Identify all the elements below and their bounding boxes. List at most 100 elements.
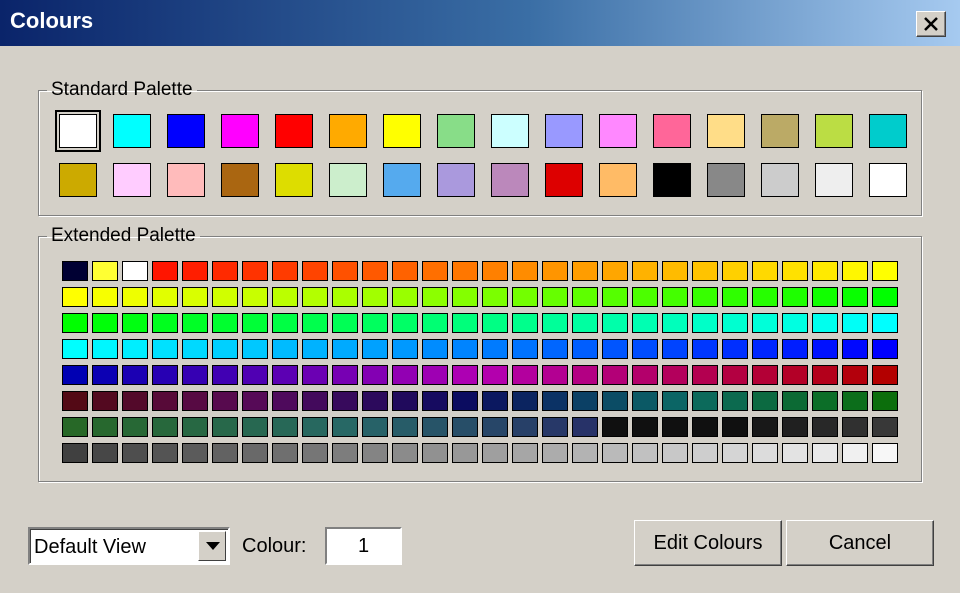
extended-colour-swatch[interactable] [182, 261, 208, 281]
extended-colour-swatch[interactable] [422, 391, 448, 411]
standard-colour-swatch[interactable] [599, 163, 637, 197]
extended-colour-swatch[interactable] [302, 339, 328, 359]
extended-colour-swatch[interactable] [92, 287, 118, 307]
extended-colour-swatch[interactable] [572, 313, 598, 333]
extended-colour-swatch[interactable] [512, 287, 538, 307]
extended-colour-swatch[interactable] [332, 365, 358, 385]
extended-colour-swatch[interactable] [482, 365, 508, 385]
extended-colour-swatch[interactable] [362, 287, 388, 307]
extended-colour-swatch[interactable] [842, 313, 868, 333]
extended-colour-swatch[interactable] [722, 261, 748, 281]
extended-colour-swatch[interactable] [752, 365, 778, 385]
extended-colour-swatch[interactable] [482, 339, 508, 359]
extended-colour-swatch[interactable] [542, 287, 568, 307]
extended-colour-swatch[interactable] [452, 417, 478, 437]
extended-colour-swatch[interactable] [812, 443, 838, 463]
extended-colour-swatch[interactable] [272, 313, 298, 333]
extended-colour-swatch[interactable] [242, 339, 268, 359]
extended-colour-swatch[interactable] [422, 365, 448, 385]
extended-colour-swatch[interactable] [392, 391, 418, 411]
extended-colour-swatch[interactable] [452, 313, 478, 333]
extended-colour-swatch[interactable] [512, 443, 538, 463]
extended-colour-swatch[interactable] [152, 339, 178, 359]
extended-colour-swatch[interactable] [722, 313, 748, 333]
title-bar[interactable]: Colours [0, 0, 960, 46]
extended-colour-swatch[interactable] [872, 443, 898, 463]
extended-colour-swatch[interactable] [212, 287, 238, 307]
extended-colour-swatch[interactable] [212, 417, 238, 437]
extended-colour-swatch[interactable] [632, 339, 658, 359]
extended-colour-swatch[interactable] [302, 287, 328, 307]
extended-colour-swatch[interactable] [122, 261, 148, 281]
extended-colour-swatch[interactable] [62, 417, 88, 437]
extended-colour-swatch[interactable] [332, 287, 358, 307]
extended-colour-swatch[interactable] [572, 443, 598, 463]
extended-colour-swatch[interactable] [632, 261, 658, 281]
extended-colour-swatch[interactable] [662, 287, 688, 307]
extended-colour-swatch[interactable] [482, 443, 508, 463]
extended-colour-swatch[interactable] [212, 261, 238, 281]
extended-colour-swatch[interactable] [692, 365, 718, 385]
extended-colour-swatch[interactable] [542, 339, 568, 359]
extended-colour-swatch[interactable] [122, 313, 148, 333]
extended-colour-swatch[interactable] [842, 261, 868, 281]
extended-colour-swatch[interactable] [482, 417, 508, 437]
edit-colours-button[interactable]: Edit Colours [634, 520, 782, 566]
extended-colour-swatch[interactable] [872, 417, 898, 437]
extended-colour-swatch[interactable] [602, 365, 628, 385]
extended-colour-swatch[interactable] [812, 261, 838, 281]
extended-colour-swatch[interactable] [812, 287, 838, 307]
extended-colour-swatch[interactable] [272, 287, 298, 307]
standard-colour-swatch[interactable] [653, 163, 691, 197]
standard-colour-swatch[interactable] [761, 163, 799, 197]
extended-colour-swatch[interactable] [452, 287, 478, 307]
extended-colour-swatch[interactable] [242, 365, 268, 385]
extended-colour-swatch[interactable] [152, 261, 178, 281]
extended-colour-swatch[interactable] [422, 313, 448, 333]
extended-colour-swatch[interactable] [692, 339, 718, 359]
extended-colour-swatch[interactable] [722, 443, 748, 463]
extended-colour-swatch[interactable] [122, 417, 148, 437]
standard-colour-swatch[interactable] [167, 114, 205, 148]
extended-colour-swatch[interactable] [422, 287, 448, 307]
extended-colour-swatch[interactable] [182, 365, 208, 385]
extended-colour-swatch[interactable] [872, 391, 898, 411]
extended-colour-swatch[interactable] [662, 339, 688, 359]
extended-colour-swatch[interactable] [182, 417, 208, 437]
extended-colour-swatch[interactable] [212, 365, 238, 385]
view-select-dropdown-button[interactable] [198, 531, 226, 561]
extended-colour-swatch[interactable] [182, 287, 208, 307]
standard-colour-swatch[interactable] [437, 114, 475, 148]
extended-colour-swatch[interactable] [602, 443, 628, 463]
standard-colour-swatch[interactable] [707, 163, 745, 197]
extended-colour-swatch[interactable] [692, 287, 718, 307]
extended-colour-swatch[interactable] [482, 391, 508, 411]
extended-colour-swatch[interactable] [692, 261, 718, 281]
extended-colour-swatch[interactable] [332, 417, 358, 437]
extended-colour-swatch[interactable] [752, 417, 778, 437]
extended-colour-swatch[interactable] [362, 443, 388, 463]
extended-colour-swatch[interactable] [272, 261, 298, 281]
extended-colour-swatch[interactable] [242, 261, 268, 281]
extended-colour-swatch[interactable] [512, 339, 538, 359]
extended-colour-swatch[interactable] [62, 443, 88, 463]
extended-colour-swatch[interactable] [152, 443, 178, 463]
standard-colour-swatch[interactable] [869, 114, 907, 148]
extended-colour-swatch[interactable] [632, 391, 658, 411]
extended-colour-swatch[interactable] [62, 313, 88, 333]
extended-colour-swatch[interactable] [842, 287, 868, 307]
standard-colour-swatch[interactable] [329, 114, 367, 148]
extended-colour-swatch[interactable] [92, 391, 118, 411]
extended-colour-swatch[interactable] [392, 365, 418, 385]
extended-colour-swatch[interactable] [182, 443, 208, 463]
standard-colour-swatch[interactable] [59, 163, 97, 197]
close-button[interactable] [916, 11, 946, 37]
extended-colour-swatch[interactable] [842, 417, 868, 437]
extended-colour-swatch[interactable] [452, 339, 478, 359]
extended-colour-swatch[interactable] [122, 287, 148, 307]
extended-colour-swatch[interactable] [602, 313, 628, 333]
extended-colour-swatch[interactable] [602, 339, 628, 359]
standard-colour-swatch[interactable] [599, 114, 637, 148]
extended-colour-swatch[interactable] [872, 365, 898, 385]
extended-colour-swatch[interactable] [452, 365, 478, 385]
